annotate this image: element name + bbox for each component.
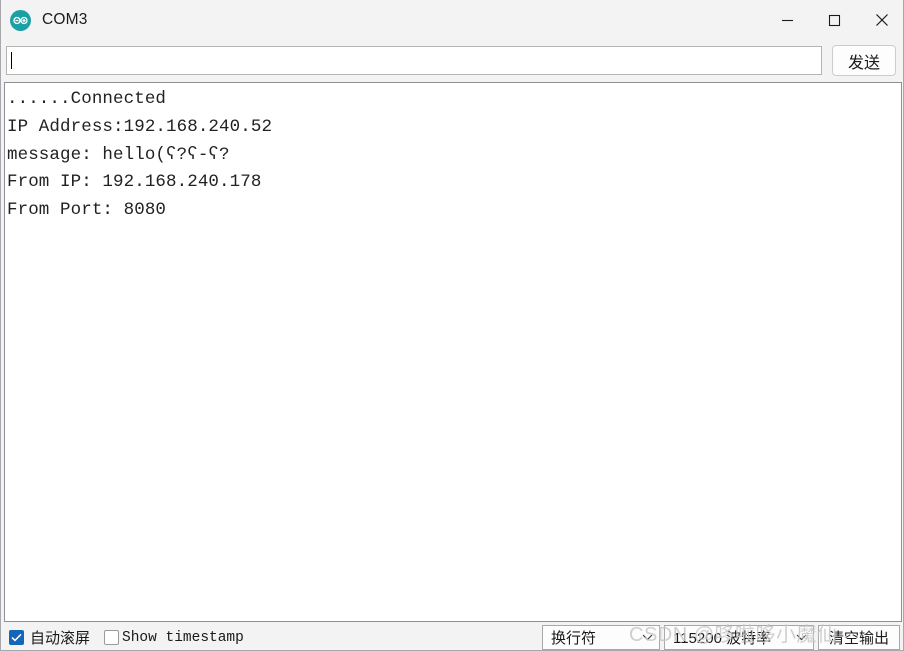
newline-select-value: 换行符 bbox=[550, 630, 596, 647]
window-controls bbox=[764, 0, 903, 40]
title-bar-left: COM3 bbox=[1, 0, 764, 40]
clear-output-button[interactable]: 清空输出 bbox=[817, 625, 900, 650]
show-timestamp-checkbox[interactable] bbox=[104, 630, 120, 645]
autoscroll-checkbox[interactable] bbox=[9, 630, 24, 645]
serial-monitor-window: COM3 发送 ......Connected IP Address:192.1… bbox=[0, 0, 904, 651]
baud-rate-value: 115200 波特率 bbox=[672, 630, 772, 647]
title-bar: COM3 bbox=[1, 0, 903, 40]
autoscroll-label: 自动滚屏 bbox=[30, 630, 91, 647]
send-button[interactable]: 发送 bbox=[832, 45, 896, 76]
chevron-down-icon bbox=[796, 634, 807, 641]
send-input-wrapper[interactable] bbox=[6, 46, 822, 75]
close-button[interactable] bbox=[858, 0, 903, 40]
send-row: 发送 bbox=[1, 40, 903, 82]
minimize-button[interactable] bbox=[764, 0, 811, 40]
newline-select[interactable]: 换行符 bbox=[541, 625, 660, 650]
chevron-down-icon bbox=[642, 634, 653, 641]
status-bar-right: 换行符 115200 波特率 清空输出 bbox=[541, 624, 903, 650]
window-title: COM3 bbox=[42, 11, 88, 28]
baud-rate-select[interactable]: 115200 波特率 bbox=[663, 625, 814, 650]
send-input[interactable] bbox=[11, 47, 821, 74]
status-bar-left: 自动滚屏 Show timestamp bbox=[1, 627, 258, 648]
arduino-infinity-icon bbox=[10, 9, 31, 31]
scrollbar-track[interactable] bbox=[900, 83, 901, 621]
maximize-button[interactable] bbox=[811, 0, 858, 40]
serial-output-panel[interactable]: ......Connected IP Address:192.168.240.5… bbox=[4, 82, 902, 622]
status-bar: 自动滚屏 Show timestamp 换行符 115200 波特率 清空输出 bbox=[1, 624, 903, 650]
serial-output-text: ......Connected IP Address:192.168.240.5… bbox=[7, 89, 273, 221]
show-timestamp-label: Show timestamp bbox=[122, 629, 244, 646]
